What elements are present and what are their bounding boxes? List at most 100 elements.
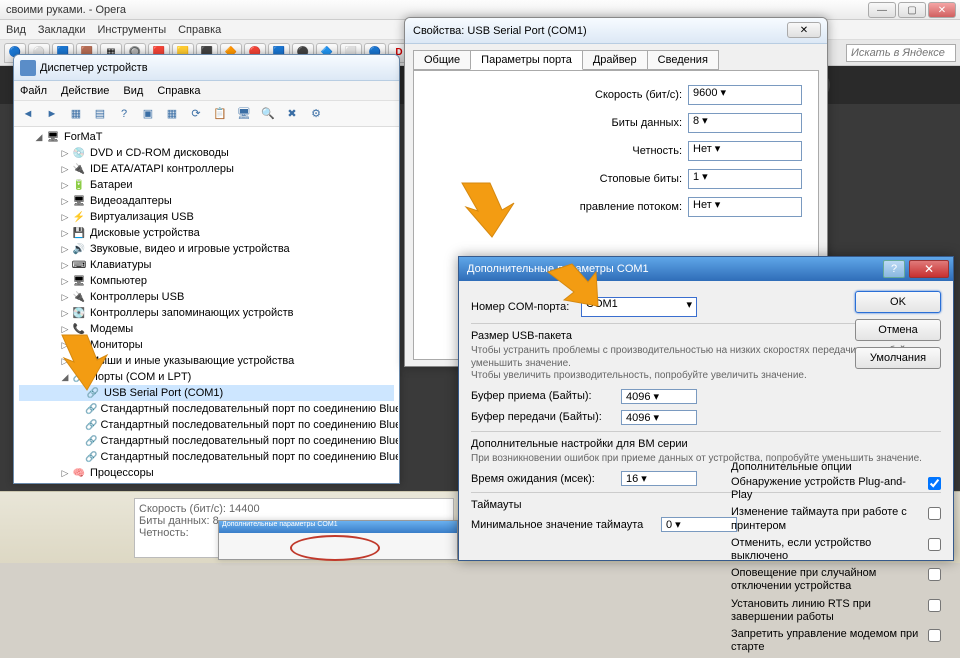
opera-title: своими руками. - Opera [6, 4, 126, 16]
devmgr-titlebar[interactable]: Диспетчер устройств [14, 55, 399, 81]
opt-label: Запретить управление модемом при старте [731, 628, 924, 654]
tx-select[interactable]: 4096 ▾ [621, 410, 697, 425]
opt-label: Оповещение при случайном отключении устр… [731, 567, 924, 593]
adv-titlebar[interactable]: Дополнительные параметры COM1 ? ✕ [459, 257, 953, 281]
toolbar-icon[interactable]: ▦ [66, 104, 86, 124]
menu-action[interactable]: Действие [61, 85, 109, 97]
rx-label: Буфер приема (Байты): [471, 390, 621, 402]
tree-node[interactable]: ▷ᛒРадиомодули Bluetooth [19, 481, 394, 482]
toolbar-icon[interactable]: 🔍 [258, 104, 278, 124]
stopbits-select[interactable]: 1 ▾ [688, 169, 802, 189]
toolbar-icon[interactable]: 📋 [210, 104, 230, 124]
speed-select[interactable]: 9600 ▾ [688, 85, 802, 105]
tree-node[interactable]: ▷🖥Видеоадаптеры [19, 193, 394, 209]
com-port-select[interactable]: COM1 ▾ [581, 297, 697, 317]
close-icon[interactable]: ✕ [909, 260, 949, 278]
props-tabs: Общие Параметры порта Драйвер Сведения [413, 50, 819, 70]
tab-details[interactable]: Сведения [647, 50, 719, 70]
additional-options: Дополнительные опции Обнаружение устройс… [731, 461, 941, 658]
tree-node-usb-serial[interactable]: 🔗USB Serial Port (COM1) [19, 385, 394, 401]
tree-node[interactable]: 🔗Стандартный последовательный порт по со… [19, 417, 394, 433]
search-input[interactable] [846, 44, 956, 62]
rx-select[interactable]: 4096 ▾ [621, 389, 697, 404]
toolbar-icon[interactable]: ✖ [282, 104, 302, 124]
opt-checkbox[interactable] [928, 507, 941, 520]
device-manager-window: Диспетчер устройств Файл Действие Вид Сп… [13, 54, 400, 484]
tree-node[interactable]: ▷🖥Компьютер [19, 273, 394, 289]
opt-label: Отменить, если устройство выключено [731, 537, 924, 563]
forward-icon[interactable]: ► [42, 104, 62, 124]
com-port-label: Номер COM-порта: [471, 301, 581, 313]
opt-checkbox[interactable] [928, 568, 941, 581]
flow-label: правление потоком: [580, 201, 682, 213]
opt-checkbox[interactable] [928, 599, 941, 612]
menu-help[interactable]: Справка [178, 24, 221, 36]
parity-select[interactable]: Нет ▾ [688, 141, 802, 161]
ok-button[interactable]: OK [855, 291, 941, 313]
adv-body: Номер COM-порта: COM1 ▾ Размер USB-пакет… [459, 281, 953, 560]
databits-label: Биты данных: [611, 117, 682, 129]
menu-tools[interactable]: Инструменты [98, 24, 167, 36]
help-icon[interactable]: ? [883, 260, 905, 278]
props-titlebar[interactable]: Свойства: USB Serial Port (COM1) ✕ [405, 18, 827, 44]
tree-node[interactable]: ▷🔌Контроллеры USB [19, 289, 394, 305]
wait-label: Время ожидания (мсек): [471, 473, 621, 485]
databits-select[interactable]: 8 ▾ [688, 113, 802, 133]
toolbar-icon[interactable]: ▤ [90, 104, 110, 124]
toolbar-icon[interactable]: 🖥 [234, 104, 254, 124]
tree-node[interactable]: ▷🧠Процессоры [19, 465, 394, 481]
tree-node[interactable]: 🔗Стандартный последовательный порт по со… [19, 449, 394, 465]
speed-label: Скорость (бит/с): [595, 89, 682, 101]
close-icon[interactable]: ✕ [787, 22, 821, 38]
opt-checkbox[interactable] [928, 629, 941, 642]
tree-node[interactable]: ▷⌨Клавиатуры [19, 257, 394, 273]
menu-bookmarks[interactable]: Закладки [38, 24, 86, 36]
device-tree[interactable]: ◢🖥ForMaT ▷💿DVD и CD-ROM дисководы ▷🔌IDE … [15, 127, 398, 482]
usb-note: Чтобы увеличить производительность, попр… [471, 370, 941, 383]
opt-label: Установить линию RTS при завершении рабо… [731, 598, 924, 624]
tree-node[interactable]: ▷💿DVD и CD-ROM дисководы [19, 145, 394, 161]
toolbar-icon[interactable]: ⚙ [306, 104, 326, 124]
maximize-button[interactable]: ▢ [898, 2, 926, 18]
toolbar-icon[interactable]: ? [114, 104, 134, 124]
close-button[interactable]: ✕ [928, 2, 956, 18]
tab-port-settings[interactable]: Параметры порта [470, 50, 583, 70]
min-timeout-select[interactable]: 0 ▾ [661, 517, 737, 532]
toolbar-icon[interactable]: ▣ [138, 104, 158, 124]
tree-node[interactable]: 🔗Стандартный последовательный порт по со… [19, 433, 394, 449]
opt-checkbox[interactable] [928, 477, 941, 490]
wait-select[interactable]: 16 ▾ [621, 471, 697, 486]
opt-checkbox[interactable] [928, 538, 941, 551]
tree-node[interactable]: ▷🔋Батареи [19, 177, 394, 193]
defaults-button[interactable]: Умолчания [855, 347, 941, 369]
menu-view[interactable]: Вид [6, 24, 26, 36]
parity-label: Четность: [632, 145, 682, 157]
tx-label: Буфер передачи (Байты): [471, 411, 621, 423]
toolbar-icon[interactable]: ▦ [162, 104, 182, 124]
devmgr-icon [20, 60, 36, 76]
tab-general[interactable]: Общие [413, 50, 471, 70]
toolbar-icon[interactable]: ⟳ [186, 104, 206, 124]
tree-root[interactable]: ◢🖥ForMaT [19, 129, 394, 145]
tree-node[interactable]: ▷🔊Звуковые, видео и игровые устройства [19, 241, 394, 257]
devmgr-title: Диспетчер устройств [40, 62, 148, 74]
tree-node-ports[interactable]: ◢🔗Порты (COM и LPT) [19, 369, 394, 385]
minimize-button[interactable]: — [868, 2, 896, 18]
tree-node[interactable]: ▷⚡Виртуализация USB [19, 209, 394, 225]
menu-view[interactable]: Вид [123, 85, 143, 97]
tree-node[interactable]: ▷💾Дисковые устройства [19, 225, 394, 241]
bm-group-label: Дополнительные настройки для BM серии [471, 438, 941, 450]
tab-driver[interactable]: Драйвер [582, 50, 648, 70]
menu-help[interactable]: Справка [157, 85, 200, 97]
tree-node[interactable]: 🔗Стандартный последовательный порт по со… [19, 401, 394, 417]
tree-node[interactable]: ▷💽Контроллеры запоминающих устройств [19, 305, 394, 321]
tree-node[interactable]: ▷📞Модемы [19, 321, 394, 337]
menu-file[interactable]: Файл [20, 85, 47, 97]
cancel-button[interactable]: Отмена [855, 319, 941, 341]
flow-select[interactable]: Нет ▾ [688, 197, 802, 217]
back-icon[interactable]: ◄ [18, 104, 38, 124]
tree-node[interactable]: ▷🖱Мыши и иные указывающие устройства [19, 353, 394, 369]
tree-node[interactable]: ▷🔌IDE ATA/ATAPI контроллеры [19, 161, 394, 177]
tree-node[interactable]: ▷🖥Мониторы [19, 337, 394, 353]
stopbits-label: Стоповые биты: [600, 173, 682, 185]
